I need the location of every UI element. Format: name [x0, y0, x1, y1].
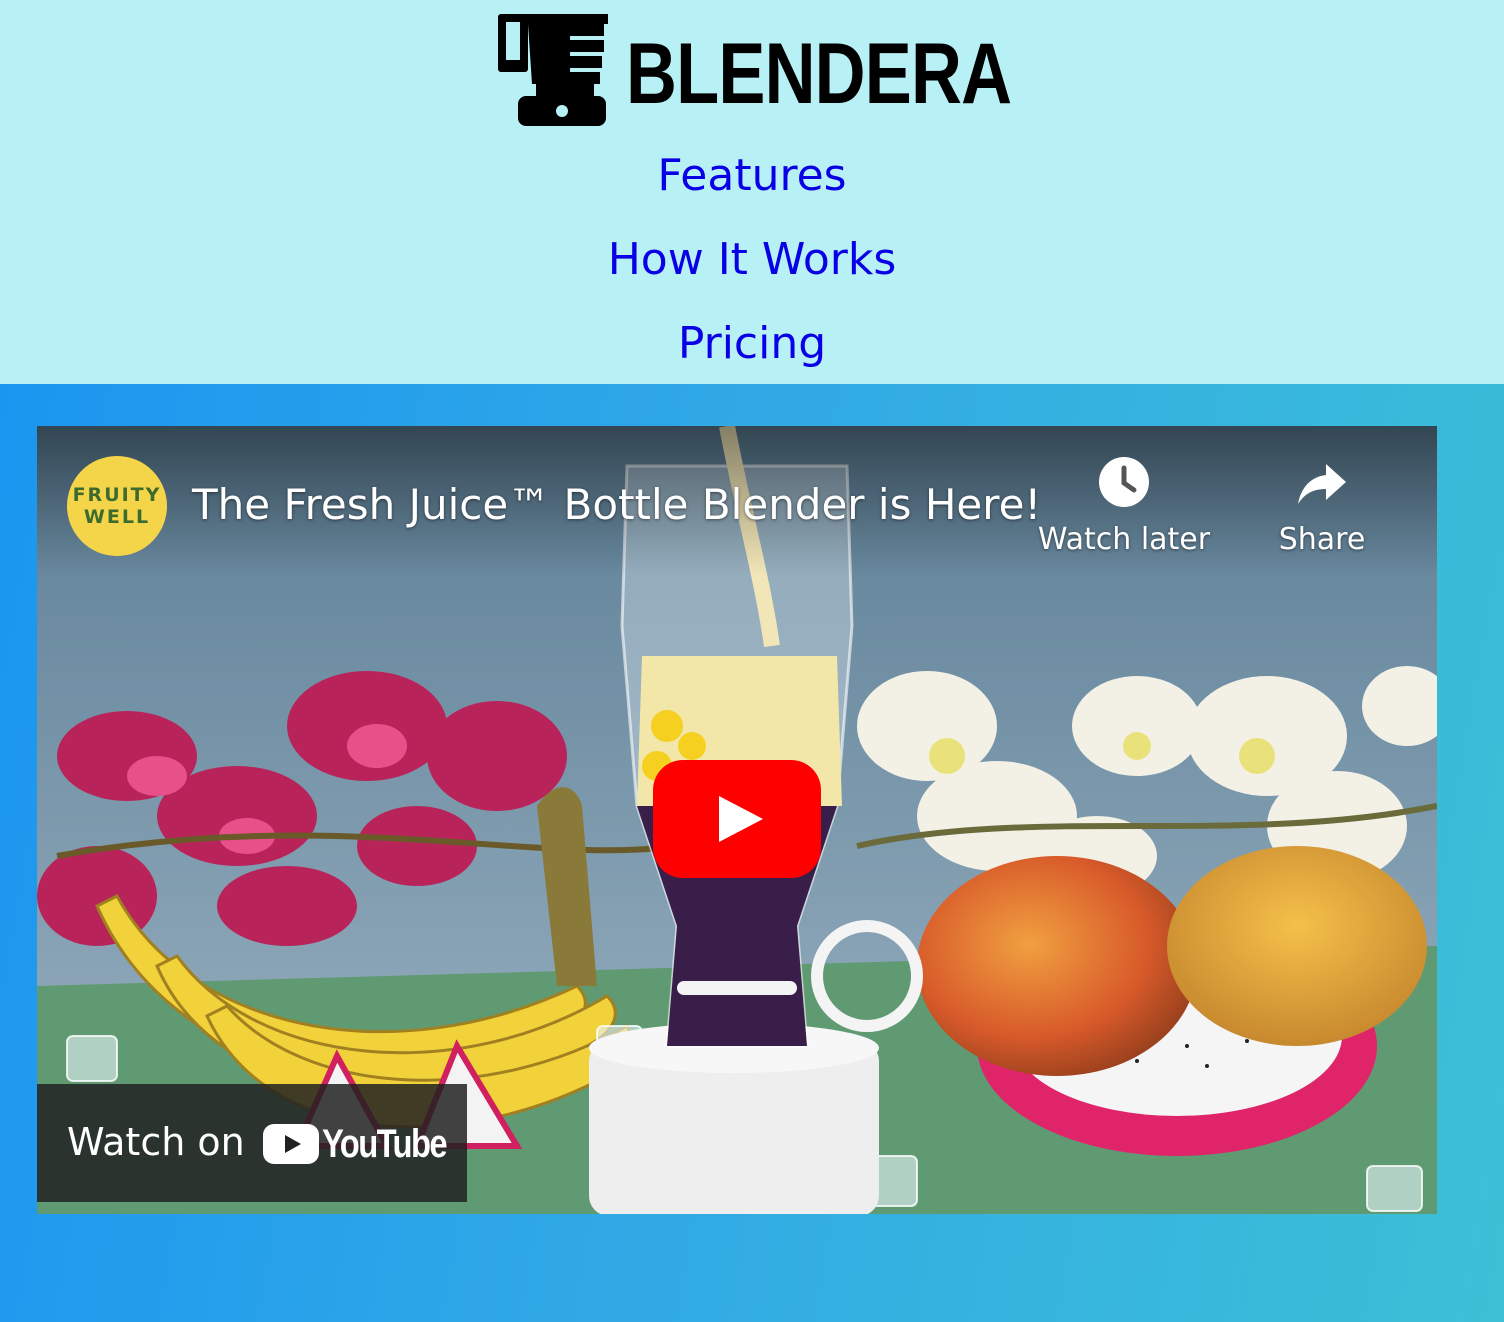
- play-button[interactable]: [653, 760, 821, 878]
- brand-name: BLENDERA: [626, 26, 1012, 122]
- share-icon: [1298, 464, 1346, 504]
- channel-avatar[interactable]: FRUITY WELL: [67, 456, 167, 556]
- site-header: BLENDERA Features How It Works Pricing: [0, 0, 1504, 384]
- play-icon: [653, 760, 821, 878]
- blender-icon: [498, 14, 608, 126]
- share-button[interactable]: Share: [1267, 456, 1377, 557]
- clock-icon: [1099, 457, 1149, 507]
- nav-how-it-works[interactable]: How It Works: [0, 234, 1504, 285]
- watch-on-youtube-button[interactable]: Watch on YouTube: [37, 1084, 467, 1202]
- youtube-logo-icon: [263, 1124, 319, 1164]
- nav-features[interactable]: Features: [0, 150, 1504, 201]
- avatar-text-line1: FRUITY: [72, 484, 162, 506]
- watch-later-button[interactable]: Watch later: [1029, 456, 1219, 557]
- logo[interactable]: BLENDERA: [498, 14, 1012, 130]
- youtube-embed[interactable]: FRUITY WELL The Fresh Juice™ Bottle Blen…: [37, 426, 1437, 1214]
- youtube-wordmark: YouTube: [322, 1122, 448, 1166]
- nav-pricing[interactable]: Pricing: [0, 318, 1504, 369]
- avatar-text-line2: WELL: [83, 506, 151, 528]
- watch-on-label: Watch on: [67, 1120, 245, 1164]
- video-title[interactable]: The Fresh Juice™ Bottle Blender is Here!: [192, 480, 1041, 529]
- watch-later-label: Watch later: [1037, 522, 1211, 557]
- share-label: Share: [1278, 522, 1366, 557]
